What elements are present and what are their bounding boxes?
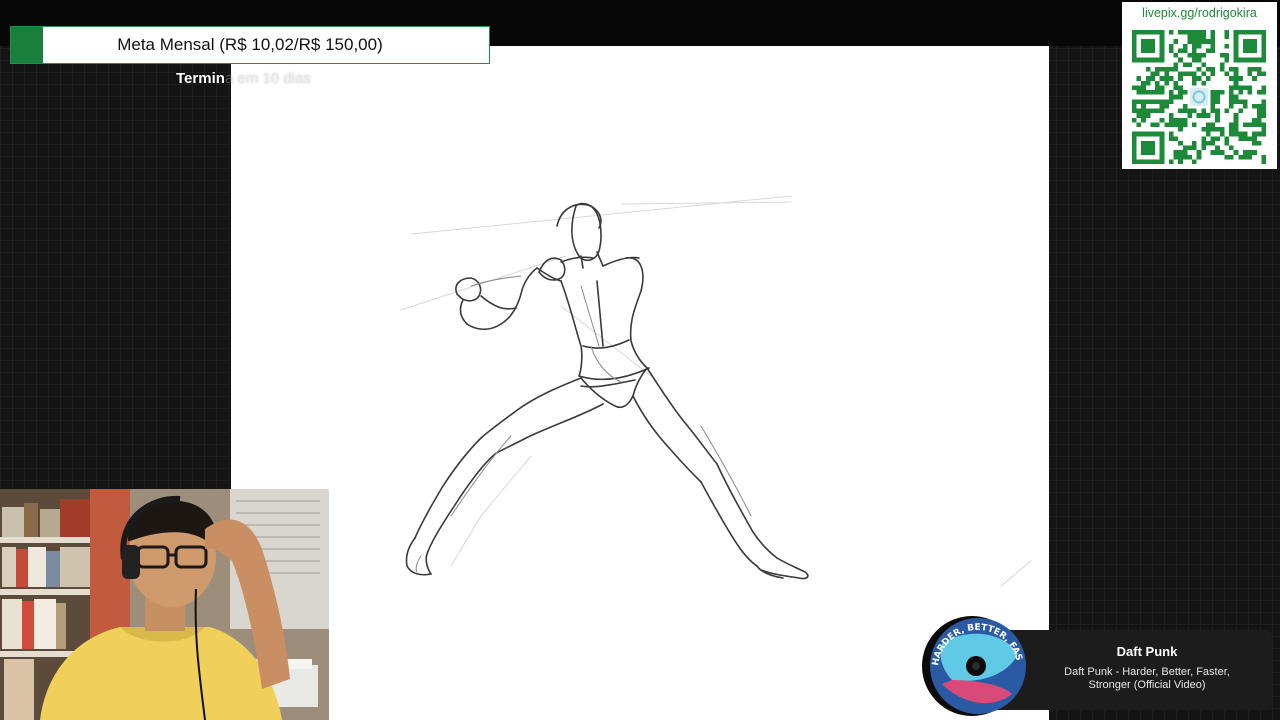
qr-code-icon bbox=[1132, 30, 1266, 164]
now-playing-artist: Daft Punk bbox=[1116, 644, 1178, 659]
goal-deadline-text: Termin bbox=[176, 70, 225, 87]
qr-link-text: livepix.gg/rodrigokira bbox=[1142, 6, 1257, 20]
webcam-feed bbox=[0, 489, 329, 720]
donation-qr-panel: livepix.gg/rodrigokira bbox=[1122, 2, 1277, 169]
album-disc-icon: HARDER, BETTER, FASTER, STRONGER bbox=[912, 614, 1026, 716]
monthly-goal-bar: Meta Mensal (R$ 10,02/R$ 150,00) bbox=[10, 26, 490, 64]
streamer-image bbox=[0, 489, 329, 720]
now-playing-track: Daft Punk - Harder, Better, Faster, Stro… bbox=[1064, 666, 1230, 691]
stream-overlay: Meta Mensal (R$ 10,02/R$ 150,00) Termina… bbox=[0, 0, 1280, 720]
goal-deadline-faded: a em 10 dias bbox=[224, 70, 311, 87]
goal-deadline: Termina em 10 dias bbox=[176, 70, 311, 87]
goal-label: Meta Mensal (R$ 10,02/R$ 150,00) bbox=[117, 35, 383, 54]
